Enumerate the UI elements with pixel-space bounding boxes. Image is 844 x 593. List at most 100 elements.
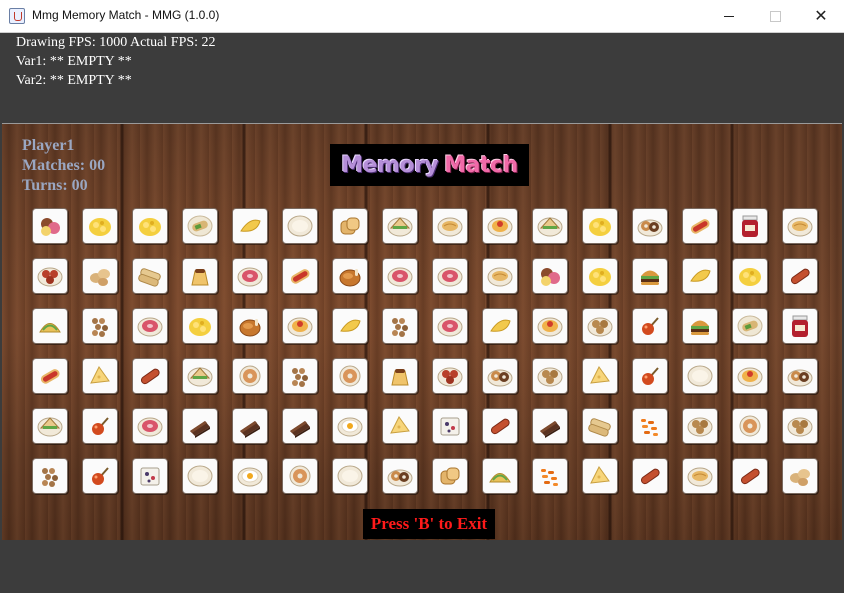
memory-card[interactable]: [32, 308, 68, 344]
memory-card[interactable]: [332, 258, 368, 294]
memory-card[interactable]: [382, 208, 418, 244]
memory-card[interactable]: [382, 358, 418, 394]
memory-card[interactable]: [782, 208, 818, 244]
memory-card[interactable]: [732, 258, 768, 294]
memory-card[interactable]: [382, 258, 418, 294]
memory-card[interactable]: [682, 208, 718, 244]
memory-card[interactable]: [582, 208, 618, 244]
memory-card[interactable]: [732, 208, 768, 244]
memory-card[interactable]: [532, 408, 568, 444]
memory-card[interactable]: [582, 308, 618, 344]
memory-card[interactable]: [332, 458, 368, 494]
memory-card[interactable]: [282, 358, 318, 394]
memory-card[interactable]: [532, 358, 568, 394]
memory-card[interactable]: [32, 408, 68, 444]
memory-card[interactable]: [482, 458, 518, 494]
memory-card[interactable]: [182, 408, 218, 444]
memory-card[interactable]: [482, 408, 518, 444]
memory-card[interactable]: [482, 358, 518, 394]
memory-card[interactable]: [282, 458, 318, 494]
memory-card[interactable]: [182, 308, 218, 344]
donut-icon: [239, 365, 261, 387]
memory-card[interactable]: [782, 408, 818, 444]
close-button[interactable]: ✕: [798, 0, 844, 32]
memory-card[interactable]: [232, 308, 268, 344]
memory-card[interactable]: [82, 358, 118, 394]
memory-card[interactable]: [282, 208, 318, 244]
memory-card[interactable]: [132, 308, 168, 344]
memory-card[interactable]: [682, 458, 718, 494]
memory-card[interactable]: [782, 458, 818, 494]
memory-card[interactable]: [82, 258, 118, 294]
memory-card[interactable]: [682, 358, 718, 394]
memory-card[interactable]: [482, 258, 518, 294]
memory-card[interactable]: [232, 408, 268, 444]
memory-card[interactable]: [582, 408, 618, 444]
memory-card[interactable]: [732, 358, 768, 394]
memory-card[interactable]: [182, 208, 218, 244]
memory-card[interactable]: [732, 308, 768, 344]
memory-card[interactable]: [132, 358, 168, 394]
memory-card[interactable]: [432, 358, 468, 394]
memory-card[interactable]: [32, 458, 68, 494]
memory-card[interactable]: [282, 408, 318, 444]
memory-card[interactable]: [432, 208, 468, 244]
memory-card[interactable]: [382, 458, 418, 494]
maximize-button[interactable]: [752, 0, 798, 32]
memory-card[interactable]: [432, 408, 468, 444]
memory-card[interactable]: [282, 258, 318, 294]
memory-card[interactable]: [382, 308, 418, 344]
memory-card[interactable]: [132, 408, 168, 444]
memory-card[interactable]: [682, 408, 718, 444]
memory-card[interactable]: [732, 408, 768, 444]
memory-card[interactable]: [232, 358, 268, 394]
memory-card[interactable]: [82, 308, 118, 344]
memory-card[interactable]: [32, 358, 68, 394]
memory-card[interactable]: [532, 458, 568, 494]
memory-card[interactable]: [582, 258, 618, 294]
memory-card[interactable]: [82, 208, 118, 244]
memory-card[interactable]: [432, 308, 468, 344]
memory-card[interactable]: [632, 208, 668, 244]
memory-card[interactable]: [732, 458, 768, 494]
memory-card[interactable]: [482, 208, 518, 244]
memory-card[interactable]: [132, 258, 168, 294]
memory-card[interactable]: [132, 208, 168, 244]
memory-card[interactable]: [482, 308, 518, 344]
memory-card[interactable]: [532, 308, 568, 344]
memory-card[interactable]: [632, 458, 668, 494]
memory-card[interactable]: [332, 408, 368, 444]
memory-card[interactable]: [582, 358, 618, 394]
memory-card[interactable]: [682, 258, 718, 294]
memory-card[interactable]: [332, 358, 368, 394]
memory-card[interactable]: [532, 208, 568, 244]
memory-card[interactable]: [332, 208, 368, 244]
memory-card[interactable]: [282, 308, 318, 344]
memory-card[interactable]: [32, 258, 68, 294]
memory-card[interactable]: [182, 358, 218, 394]
memory-card[interactable]: [532, 258, 568, 294]
memory-card[interactable]: [82, 458, 118, 494]
memory-card[interactable]: [182, 258, 218, 294]
memory-card[interactable]: [232, 208, 268, 244]
memory-card[interactable]: [332, 308, 368, 344]
memory-card[interactable]: [682, 308, 718, 344]
memory-card[interactable]: [432, 258, 468, 294]
memory-card[interactable]: [132, 458, 168, 494]
memory-card[interactable]: [82, 408, 118, 444]
memory-card[interactable]: [382, 408, 418, 444]
memory-card[interactable]: [182, 458, 218, 494]
memory-card[interactable]: [232, 458, 268, 494]
memory-card[interactable]: [632, 408, 668, 444]
memory-card[interactable]: [782, 308, 818, 344]
memory-card[interactable]: [782, 258, 818, 294]
memory-card[interactable]: [632, 358, 668, 394]
memory-card[interactable]: [232, 258, 268, 294]
memory-card[interactable]: [632, 308, 668, 344]
memory-card[interactable]: [32, 208, 68, 244]
minimize-button[interactable]: [706, 0, 752, 32]
memory-card[interactable]: [632, 258, 668, 294]
memory-card[interactable]: [432, 458, 468, 494]
memory-card[interactable]: [782, 358, 818, 394]
memory-card[interactable]: [582, 458, 618, 494]
